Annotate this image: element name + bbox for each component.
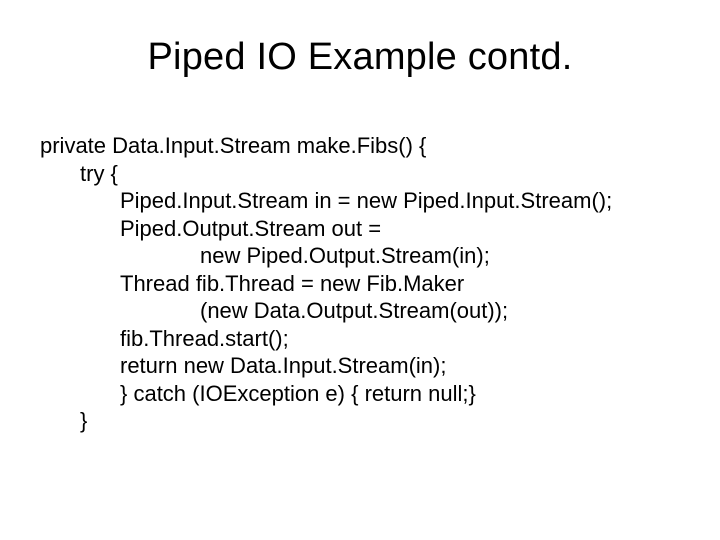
code-line: return new Data.Input.Stream(in); [40,352,680,380]
code-line: } catch (IOException e) { return null;} [40,380,680,408]
code-line: Piped.Output.Stream out = [40,215,680,243]
code-line: (new Data.Output.Stream(out)); [40,297,680,325]
code-line: fib.Thread.start(); [40,325,680,353]
slide: Piped IO Example contd. private Data.Inp… [0,0,720,540]
code-line: Piped.Input.Stream in = new Piped.Input.… [40,187,680,215]
code-line: new Piped.Output.Stream(in); [40,242,680,270]
code-block: private Data.Input.Stream make.Fibs() { … [40,132,680,435]
code-line: Thread fib.Thread = new Fib.Maker [40,270,680,298]
code-line: } [40,407,680,435]
code-line: try { [40,160,680,188]
slide-title: Piped IO Example contd. [0,36,720,79]
code-line: private Data.Input.Stream make.Fibs() { [40,132,680,160]
